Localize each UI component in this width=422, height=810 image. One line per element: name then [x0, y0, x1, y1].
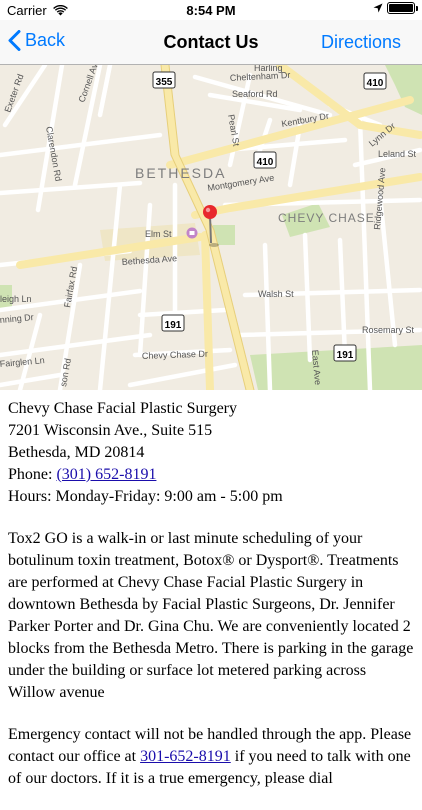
map-label-harling: Harling — [254, 65, 283, 73]
status-bar: Carrier 8:54 PM — [0, 0, 422, 20]
phone-label: Phone: — [8, 466, 57, 483]
status-time: 8:54 PM — [186, 3, 236, 18]
about-text: Tox2 GO is a walk-in or last minute sche… — [8, 530, 414, 701]
back-label: Back — [25, 30, 66, 50]
emergency-text: Emergency contact will not be handled th… — [8, 724, 414, 790]
map-canvas: BETHESDA CHEVY CHASE Montgomery Ave Beth… — [0, 65, 422, 390]
route-191-label: 191 — [337, 350, 354, 361]
route-355-label: 355 — [156, 77, 173, 88]
route-410-label: 410 — [257, 157, 274, 168]
phone-line: Phone: (301) 652-8191 — [8, 464, 414, 486]
emergency-phone-link[interactable]: 301-652-8191 — [140, 748, 231, 765]
route-191-shield-icon: 191 — [161, 314, 185, 332]
back-button[interactable]: Back — [8, 30, 65, 51]
contact-content: Chevy Chase Facial Plastic Surgery 7201 … — [8, 398, 414, 810]
map-label-leigh-ln: leigh Ln — [0, 294, 32, 304]
map-label-bethesda: BETHESDA — [135, 165, 226, 181]
route-355-shield-icon: 355 — [152, 71, 176, 89]
address-line-2: Bethesda, MD 20814 — [8, 444, 145, 461]
route-410-label: 410 — [367, 78, 384, 89]
route-410-shield-icon: 410 — [363, 72, 387, 90]
map-label-chevy-chase: CHEVY CHASE — [278, 211, 375, 225]
navigation-bar: Back Contact Us Directions — [0, 20, 422, 65]
map-label-rosemary-st: Rosemary St — [362, 325, 415, 335]
phone-link[interactable]: (301) 652-8191 — [56, 466, 156, 483]
map-label-walsh-st: Walsh St — [258, 289, 294, 299]
map-view[interactable]: BETHESDA CHEVY CHASE Montgomery Ave Beth… — [0, 65, 422, 390]
location-arrow-icon — [373, 3, 383, 13]
route-410-shield-icon: 410 — [253, 151, 277, 169]
shopping-poi-icon — [186, 227, 198, 239]
directions-button[interactable]: Directions — [321, 32, 401, 53]
route-191-label: 191 — [165, 320, 182, 331]
practice-name: Chevy Chase Facial Plastic Surgery — [8, 400, 237, 417]
hours-line: Hours: Monday-Friday: 9:00 am - 5:00 pm — [8, 488, 283, 505]
contact-info: Chevy Chase Facial Plastic Surgery 7201 … — [8, 398, 414, 508]
route-191-shield-icon: 191 — [333, 344, 357, 362]
map-label-elm-st: Elm St — [145, 229, 172, 239]
map-label-seaford-rd: Seaford Rd — [232, 89, 278, 99]
address-line-1: 7201 Wisconsin Ave., Suite 515 — [8, 422, 213, 439]
status-right — [373, 2, 418, 14]
map-label-leland-st: Leland St — [378, 149, 417, 159]
battery-icon — [387, 2, 418, 14]
chevron-left-icon — [8, 30, 21, 51]
